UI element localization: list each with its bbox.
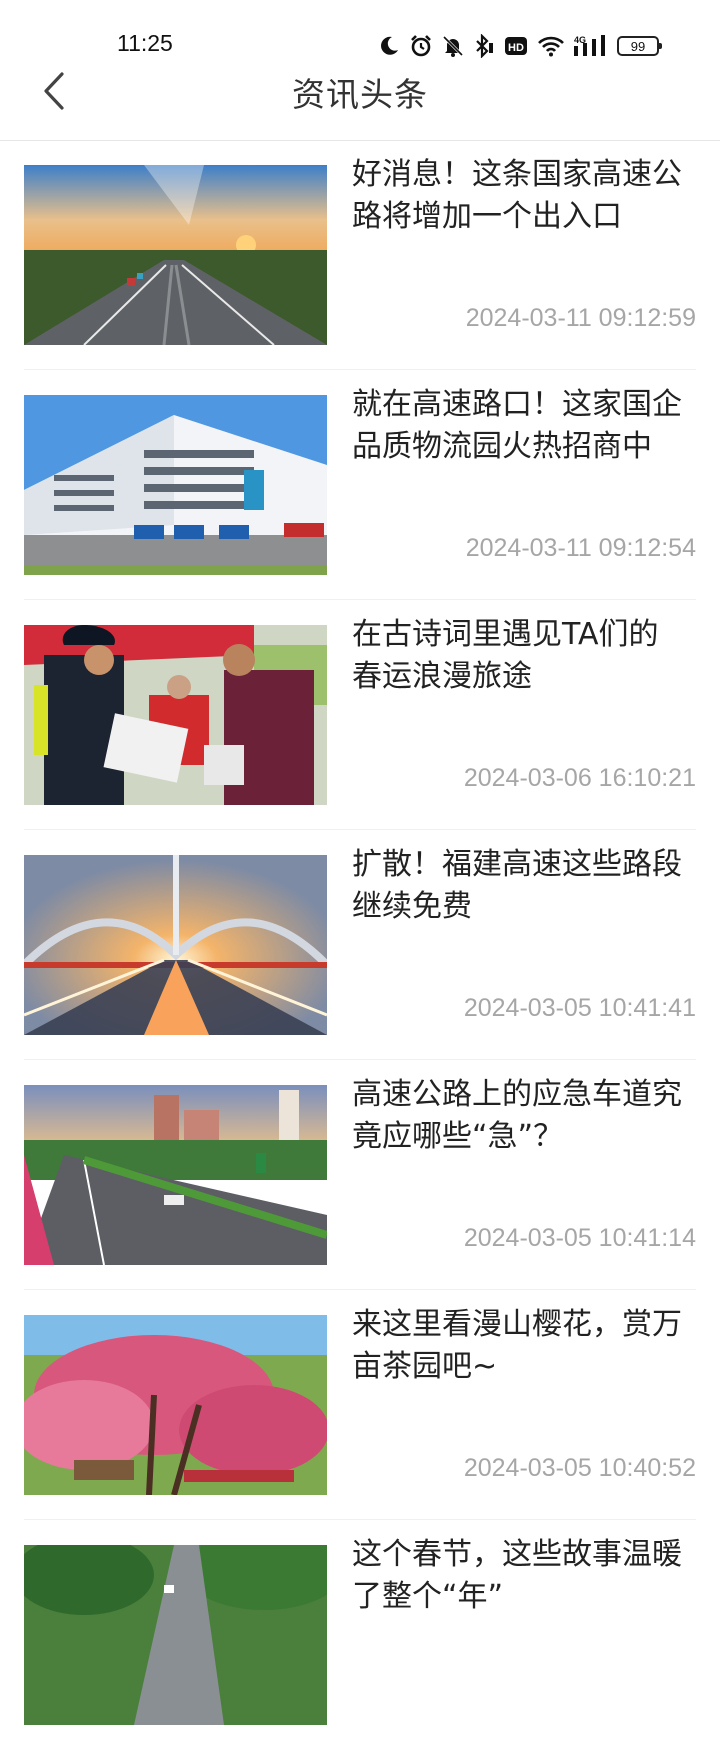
mute-bell-icon (442, 35, 464, 57)
news-time: 2024-03-05 10:41:41 (463, 994, 696, 1022)
news-time: 2024-03-05 10:40:52 (463, 1454, 696, 1482)
news-title: 这个春节，这些故事温暖了整个“年” (352, 1537, 682, 1614)
moon-icon (378, 35, 400, 57)
signal-icon: 4G (574, 34, 608, 58)
news-title: 扩散！福建高速这些路段继续免费 (352, 847, 682, 924)
news-item[interactable]: 来这里看漫山樱花，赏万亩茶园吧~ 2024-03-05 10:40:52 (24, 1290, 696, 1520)
news-item[interactable]: 扩散！福建高速这些路段继续免费 2024-03-05 10:41:41 (24, 830, 696, 1060)
status-time: 11:25 (117, 30, 173, 56)
svg-text:HD: HD (508, 42, 524, 54)
news-item[interactable]: 这个春节，这些故事温暖了整个“年” (24, 1520, 696, 1749)
news-title: 在古诗词里遇见TA们的春运浪漫旅途 (352, 617, 659, 694)
news-thumbnail (24, 855, 327, 1035)
news-thumbnail (24, 395, 327, 575)
news-time: 2024-03-05 10:41:14 (463, 1224, 696, 1252)
news-thumbnail (24, 625, 327, 805)
news-title: 就在高速路口！这家国企品质物流园火热招商中 (352, 387, 682, 464)
app-header: 资讯头条 (0, 60, 720, 141)
news-title: 来这里看漫山樱花，赏万亩茶园吧~ (352, 1307, 682, 1384)
news-time: 2024-03-11 09:12:59 (465, 304, 696, 332)
news-list: 好消息！这条国家高速公路将增加一个出入口 2024-03-11 09:12:59… (0, 140, 720, 1749)
battery-icon: 99 (617, 36, 662, 56)
news-thumbnail (24, 165, 327, 345)
bluetooth-icon (473, 34, 495, 58)
news-item[interactable]: 好消息！这条国家高速公路将增加一个出入口 2024-03-11 09:12:59 (24, 140, 696, 370)
news-title: 高速公路上的应急车道究竟应哪些“急”？ (352, 1077, 682, 1154)
news-title: 好消息！这条国家高速公路将增加一个出入口 (352, 157, 682, 234)
wifi-icon (537, 35, 565, 57)
news-time: 2024-03-11 09:12:54 (465, 534, 696, 562)
battery-level: 99 (630, 38, 646, 54)
news-thumbnail (24, 1315, 327, 1495)
news-item[interactable]: 就在高速路口！这家国企品质物流园火热招商中 2024-03-11 09:12:5… (24, 370, 696, 600)
news-item[interactable]: 在古诗词里遇见TA们的春运浪漫旅途 2024-03-06 16:10:21 (24, 600, 696, 830)
news-thumbnail (24, 1085, 327, 1265)
alarm-icon (409, 34, 433, 58)
page-title: 资讯头条 (292, 75, 428, 114)
status-icons: HD 4G 99 (378, 30, 662, 62)
news-time: 2024-03-06 16:10:21 (463, 764, 696, 792)
hd-icon: HD (504, 36, 528, 56)
news-thumbnail (24, 1545, 327, 1725)
news-item[interactable]: 高速公路上的应急车道究竟应哪些“急”？ 2024-03-05 10:41:14 (24, 1060, 696, 1290)
